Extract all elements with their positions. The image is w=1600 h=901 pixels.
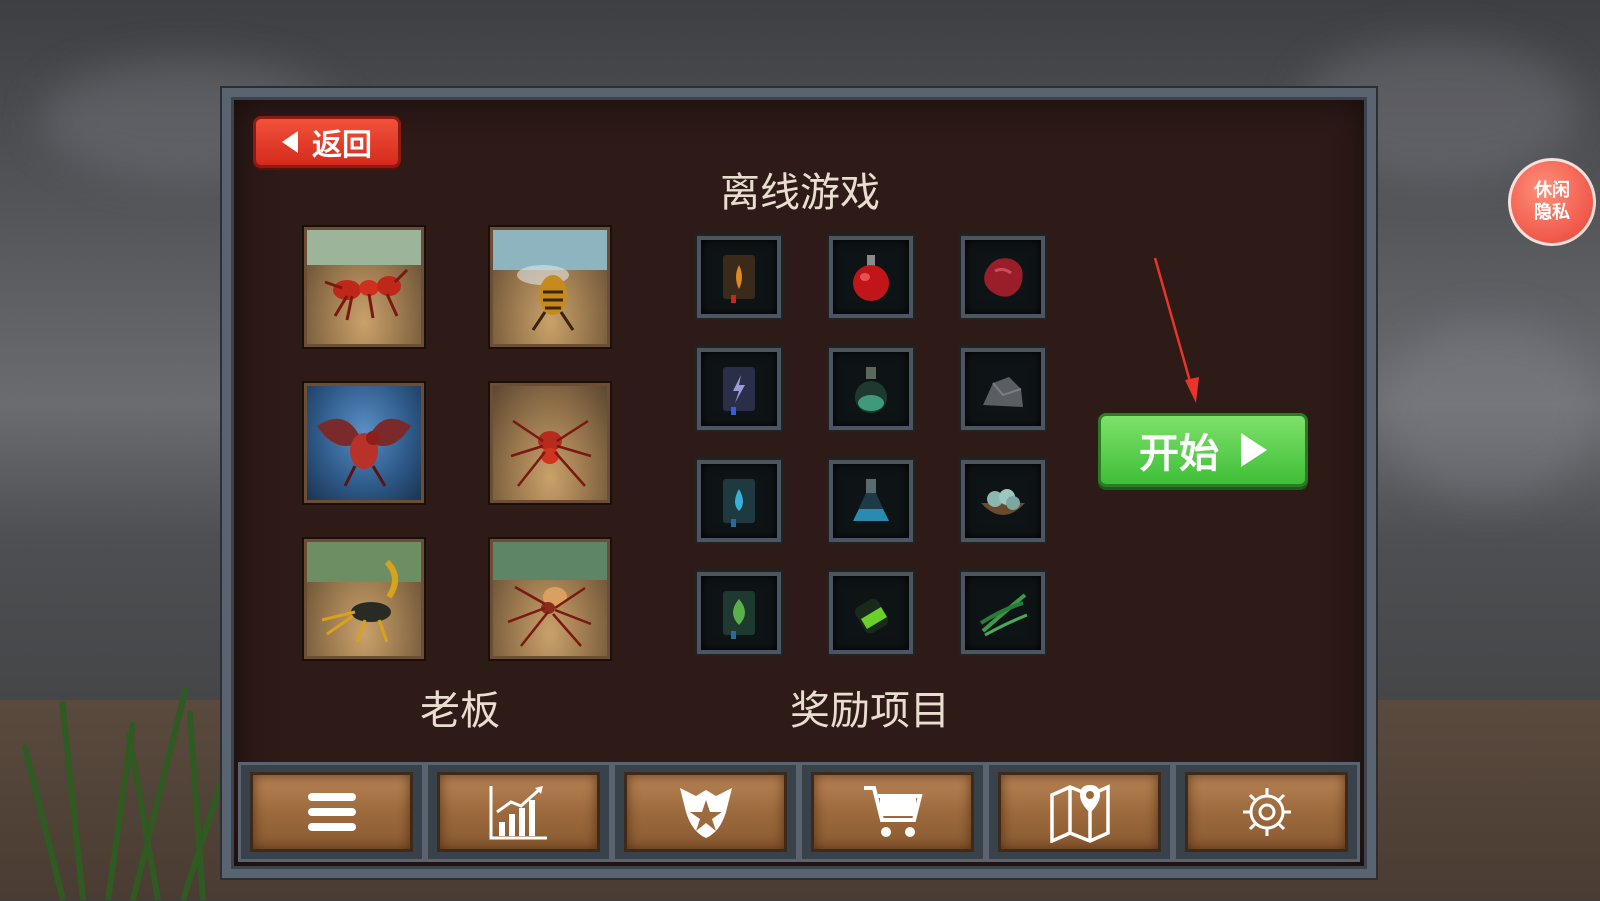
toolbar-settings-button[interactable]: [1173, 762, 1360, 862]
menu-icon: [307, 793, 356, 831]
toolbar-menu-button[interactable]: [238, 762, 425, 862]
start-button[interactable]: 开始: [1098, 413, 1308, 487]
play-icon: [1241, 433, 1267, 467]
clan-emblem-icon: [679, 788, 732, 838]
toolbar-clan-button[interactable]: [612, 762, 799, 862]
bottom-toolbar: [238, 762, 1360, 862]
shop-cart-icon: [863, 786, 923, 837]
start-button-label: 开始: [1139, 431, 1219, 477]
privacy-line1: 休闲: [1534, 180, 1570, 201]
privacy-button[interactable]: 休闲 隐私: [1508, 158, 1596, 246]
toolbar-shop-button[interactable]: [799, 762, 986, 862]
toolbar-stats-button[interactable]: [425, 762, 612, 862]
stats-chart-icon: [489, 786, 547, 840]
privacy-line2: 隐私: [1534, 202, 1570, 223]
toolbar-map-button[interactable]: [986, 762, 1173, 862]
map-icon: [1049, 784, 1110, 843]
settings-gear-icon: [1242, 788, 1291, 836]
